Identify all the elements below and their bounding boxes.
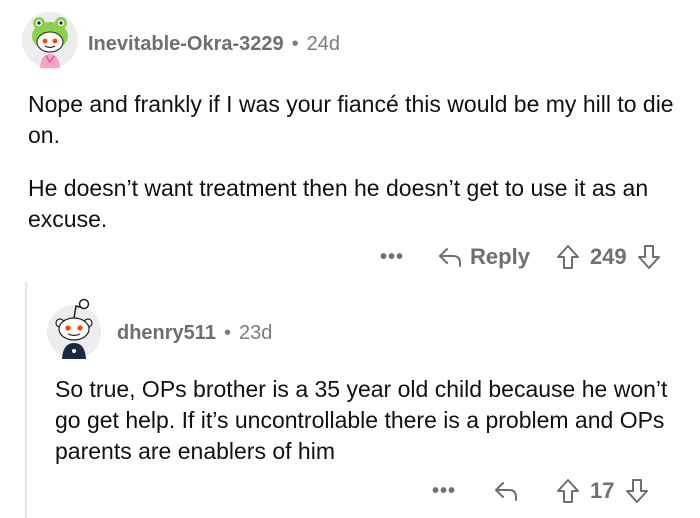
- comment-body: So true, OPs brother is a 35 year old ch…: [55, 374, 675, 467]
- comment-meta: Inevitable-Okra-3229 • 24d: [88, 33, 340, 56]
- meta-separator: •: [223, 322, 231, 344]
- comment-paragraph: Nope and frankly if I was your fiancé th…: [28, 91, 674, 148]
- comment-actions: ••• Reply 249: [380, 240, 661, 274]
- downvote-arrow-icon: [625, 479, 648, 503]
- username-link[interactable]: Inevitable-Okra-3229: [88, 33, 284, 55]
- username-link[interactable]: dhenry511: [117, 322, 216, 344]
- reply-button[interactable]: Reply: [438, 244, 530, 270]
- downvote-button[interactable]: [625, 478, 649, 504]
- more-options-button[interactable]: •••: [432, 480, 456, 503]
- avatar[interactable]: [46, 296, 102, 360]
- comment-paragraph: He doesn’t want treatment then he doesn’…: [28, 175, 649, 232]
- reply-arrow-icon: [439, 248, 462, 267]
- more-options-button[interactable]: •••: [380, 246, 404, 269]
- vote-score: 249: [589, 244, 627, 269]
- upvote-arrow-icon: [556, 245, 579, 269]
- reply-arrow-icon: [495, 482, 518, 501]
- downvote-arrow-icon: [637, 245, 660, 269]
- vote-score: 17: [590, 478, 615, 503]
- reply-button[interactable]: [494, 480, 518, 502]
- reply-label: Reply: [470, 244, 530, 269]
- comment-body: Nope and frankly if I was your fiancé th…: [28, 89, 678, 257]
- downvote-button[interactable]: [637, 244, 661, 270]
- snoo-default-avatar-icon: [47, 298, 101, 359]
- snoo-frog-avatar-icon: [22, 12, 78, 68]
- upvote-button[interactable]: [556, 478, 580, 504]
- upvote-button[interactable]: [556, 244, 580, 270]
- comment-actions: ••• 17: [432, 474, 649, 508]
- meta-separator: •: [291, 33, 299, 55]
- upvote-arrow-icon: [557, 479, 580, 503]
- thread-line[interactable]: [25, 282, 27, 518]
- comment-paragraph: So true, OPs brother is a 35 year old ch…: [55, 376, 668, 464]
- comment-age: 23d: [238, 322, 273, 344]
- comment-meta: dhenry511 • 23d: [117, 322, 272, 345]
- comment-age: 24d: [306, 33, 341, 55]
- avatar[interactable]: [22, 12, 78, 68]
